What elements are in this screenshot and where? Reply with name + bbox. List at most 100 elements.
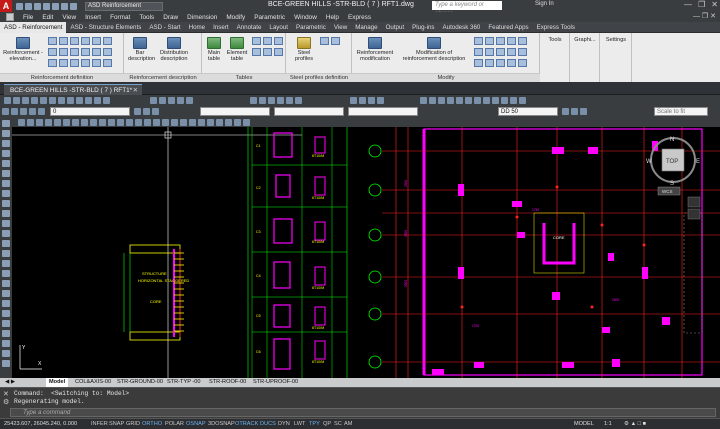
modify-tool-icon[interactable]	[518, 48, 527, 56]
tool-icon[interactable]	[2, 280, 10, 287]
gradient-icon[interactable]	[2, 230, 10, 237]
menu-tools[interactable]: Tools	[139, 14, 154, 21]
tool-icon[interactable]	[277, 97, 284, 104]
menu-help[interactable]: Help	[326, 14, 339, 21]
tool-icon[interactable]	[40, 97, 47, 104]
steel-profiles-button[interactable]: Steel profiles	[292, 35, 316, 62]
tool-icon[interactable]	[85, 97, 92, 104]
rebar-tool-icon[interactable]	[48, 59, 57, 67]
reinforcement-modification-button[interactable]: Reinforcement modification	[354, 35, 396, 62]
rebar-tool-icon[interactable]	[92, 37, 101, 45]
tool-icon[interactable]	[134, 108, 141, 115]
table-tool-icon[interactable]	[274, 48, 283, 56]
draw-arc-icon[interactable]	[2, 150, 10, 157]
tool-icon[interactable]	[2, 360, 10, 367]
tool-icon[interactable]	[67, 97, 74, 104]
menu-express[interactable]: Express	[348, 14, 371, 21]
tool-icon[interactable]	[171, 119, 178, 126]
insert-block-icon[interactable]	[2, 190, 10, 197]
modify-tool-icon[interactable]	[474, 59, 483, 67]
rebar-tool-icon[interactable]	[70, 37, 79, 45]
tool-icon[interactable]	[162, 119, 169, 126]
bar-description-button[interactable]: Bar description	[128, 35, 155, 62]
tool-icon[interactable]	[250, 97, 257, 104]
main-table-button[interactable]: Main table	[204, 35, 224, 62]
tool-icon[interactable]	[377, 97, 384, 104]
tool-icon[interactable]	[225, 119, 232, 126]
tab-express-tools[interactable]: Express Tools	[533, 22, 579, 33]
toggle-tpy[interactable]: TPY	[308, 420, 321, 429]
undo-icon[interactable]	[61, 2, 68, 10]
menu-insert[interactable]: Insert	[85, 14, 101, 21]
modify-tool-icon[interactable]	[507, 48, 516, 56]
layer-select[interactable]: 0	[50, 107, 130, 116]
table-icon[interactable]	[2, 250, 10, 257]
tool-icon[interactable]	[519, 97, 526, 104]
open-icon[interactable]	[25, 2, 32, 10]
point-icon[interactable]	[2, 210, 10, 217]
tool-icon[interactable]	[474, 97, 481, 104]
tool-icon[interactable]	[2, 300, 10, 307]
tab-str-uproof[interactable]: STR-UPROOF-00	[250, 378, 301, 387]
tool-icon[interactable]	[286, 97, 293, 104]
tab-model[interactable]: Model	[46, 378, 69, 387]
tool-icon[interactable]	[562, 108, 569, 115]
distribution-description-button[interactable]: Distribution description	[156, 35, 192, 62]
annotation-scale[interactable]: 1:1	[604, 420, 612, 429]
tab-annotate[interactable]: Annotate	[233, 22, 266, 33]
tool-icon[interactable]	[350, 97, 357, 104]
toggle-am[interactable]: AM	[343, 420, 353, 429]
steel-tool-icon[interactable]	[331, 37, 340, 45]
sign-in-button[interactable]: Sign In	[535, 1, 554, 7]
tool-icon[interactable]	[144, 119, 151, 126]
dim-style-select[interactable]: DD 50	[498, 107, 558, 116]
tool-icon[interactable]	[189, 119, 196, 126]
tool-icon[interactable]	[72, 119, 79, 126]
tool-icon[interactable]	[234, 119, 241, 126]
toggle-qp[interactable]: QP	[322, 420, 332, 429]
tool-icon[interactable]	[2, 350, 10, 357]
tool-icon[interactable]	[27, 119, 34, 126]
toggle-ducs[interactable]: DUCS	[259, 420, 277, 429]
tool-icon[interactable]	[108, 119, 115, 126]
modify-tool-icon[interactable]	[496, 48, 505, 56]
tool-icon[interactable]	[456, 97, 463, 104]
tool-icon[interactable]	[31, 97, 38, 104]
tool-icon[interactable]	[2, 270, 10, 277]
rebar-tool-icon[interactable]	[81, 48, 90, 56]
tool-icon[interactable]	[268, 97, 275, 104]
tool-icon[interactable]	[580, 108, 587, 115]
tab-asd-structure-elements[interactable]: ASD - Structure Elements	[66, 22, 145, 33]
tool-icon[interactable]	[49, 97, 56, 104]
tab-manage[interactable]: Manage	[351, 22, 381, 33]
tab-str-typ[interactable]: STR-TYP -00	[164, 378, 203, 387]
tab-asd-reinforcement[interactable]: ASD - Reinforcement	[0, 21, 67, 33]
command-input[interactable]: Type a command	[10, 408, 716, 417]
menu-file[interactable]: File	[23, 14, 33, 21]
rebar-tool-icon[interactable]	[48, 48, 57, 56]
tool-icon[interactable]	[76, 97, 83, 104]
tool-icon[interactable]	[63, 119, 70, 126]
tool-icon[interactable]	[4, 97, 11, 104]
region-icon[interactable]	[2, 240, 10, 247]
rebar-tool-icon[interactable]	[70, 48, 79, 56]
tool-icon[interactable]	[103, 97, 110, 104]
tool-icon[interactable]	[36, 119, 43, 126]
status-tray-icons[interactable]: ⚙ ▲ □ ■	[624, 420, 646, 429]
save-icon[interactable]	[34, 2, 41, 10]
tool-icon[interactable]	[126, 119, 133, 126]
tool-icon[interactable]	[38, 108, 45, 115]
toggle-otrack[interactable]: OTRACK	[234, 420, 259, 429]
menu-parametric[interactable]: Parametric	[254, 14, 285, 21]
tab-output[interactable]: Output	[382, 22, 409, 33]
settings-button[interactable]: Settings	[602, 37, 630, 43]
tool-icon[interactable]	[152, 108, 159, 115]
tool-icon[interactable]	[180, 119, 187, 126]
tool-icon[interactable]	[20, 108, 27, 115]
toggle-snap[interactable]: SNAP	[108, 420, 125, 429]
tool-icon[interactable]	[135, 119, 142, 126]
rebar-tool-icon[interactable]	[48, 37, 57, 45]
tab-home[interactable]: Home	[185, 22, 210, 33]
tool-icon[interactable]	[438, 97, 445, 104]
rebar-tool-icon[interactable]	[103, 48, 112, 56]
